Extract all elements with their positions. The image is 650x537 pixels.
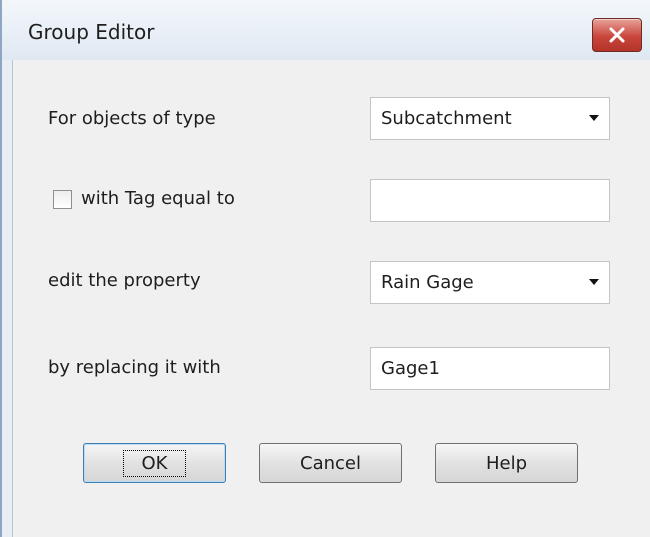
help-label: Help: [485, 452, 528, 474]
property-label: edit the property: [48, 270, 201, 291]
replace-input[interactable]: Gage1: [370, 347, 610, 390]
help-button[interactable]: Help: [435, 443, 578, 483]
close-icon: [609, 27, 625, 43]
tag-checkbox[interactable]: [53, 190, 72, 209]
property-value: Rain Gage: [381, 272, 474, 293]
object-type-value: Subcatchment: [381, 108, 512, 129]
tag-input[interactable]: [370, 179, 610, 222]
cancel-label: Cancel: [300, 452, 361, 474]
chevron-down-icon: [589, 279, 599, 285]
window-title: Group Editor: [28, 20, 155, 44]
replace-value: Gage1: [381, 358, 440, 379]
cancel-button[interactable]: Cancel: [259, 443, 402, 483]
replace-label: by replacing it with: [48, 357, 221, 378]
title-bar[interactable]: Group Editor: [2, 0, 650, 60]
property-select[interactable]: Rain Gage: [370, 261, 610, 304]
object-type-select[interactable]: Subcatchment: [370, 97, 610, 140]
object-type-label: For objects of type: [48, 108, 216, 129]
ok-label: OK: [122, 449, 187, 477]
chevron-down-icon: [589, 115, 599, 121]
close-button[interactable]: [592, 18, 642, 52]
tag-label: with Tag equal to: [81, 188, 235, 209]
ok-button[interactable]: OK: [83, 443, 226, 483]
dialog-body: For objects of type Subcatchment with Ta…: [12, 60, 650, 537]
